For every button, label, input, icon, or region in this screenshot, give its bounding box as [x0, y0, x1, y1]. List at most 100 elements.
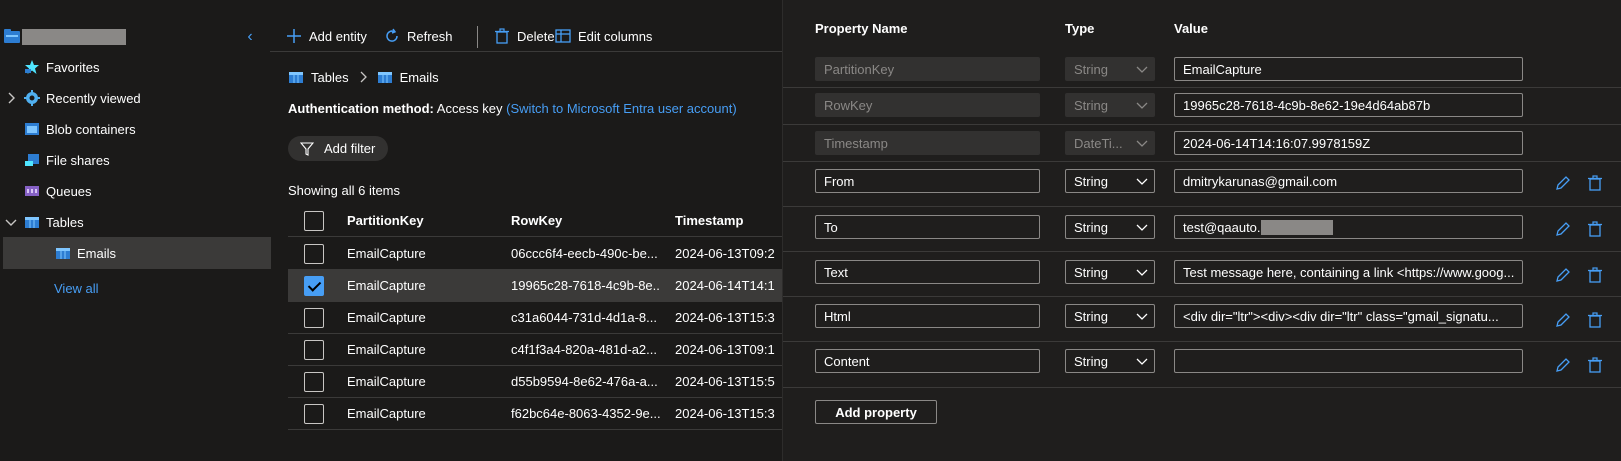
chevron-right-icon[interactable]	[5, 92, 17, 104]
cell-timestamp: 2024-06-13T15:5	[675, 374, 775, 389]
row-checkbox[interactable]	[304, 308, 324, 328]
sidebar-item-file-shares[interactable]: File shares	[0, 144, 268, 176]
auth-method-value: Access key	[436, 101, 503, 116]
breadcrumb: Tables Emails	[288, 68, 439, 86]
property-name-field[interactable]: Content	[815, 349, 1040, 373]
property-type-select: String	[1065, 93, 1155, 117]
cell-partitionkey: EmailCapture	[347, 310, 426, 325]
sidebar-item-emails[interactable]: Emails	[3, 237, 271, 269]
property-name-field[interactable]: Text	[815, 260, 1040, 284]
property-name-field[interactable]: From	[815, 169, 1040, 193]
switch-auth-link[interactable]: (Switch to Microsoft Entra user account)	[506, 101, 736, 116]
property-value-field[interactable]: test@qaauto.	[1174, 215, 1523, 239]
edit-icon[interactable]	[1554, 311, 1572, 329]
cell-partitionkey: EmailCapture	[347, 406, 426, 421]
chevron-down-icon	[1136, 140, 1148, 147]
edit-icon[interactable]	[1554, 266, 1572, 284]
property-row-text: Text String Test message here, containin…	[783, 252, 1621, 297]
property-value-field[interactable]: <div dir="ltr"><div><div dir="ltr" class…	[1174, 304, 1523, 328]
table-row[interactable]: EmailCapture d55b9594-8e62-476a-a... 202…	[288, 365, 782, 398]
property-value-field[interactable]: Test message here, containing a link <ht…	[1174, 260, 1523, 284]
property-row-rowkey: RowKey String 19965c28-7618-4c9b-8e62-19…	[783, 88, 1621, 125]
edit-icon[interactable]	[1554, 356, 1572, 374]
property-type-select[interactable]: String	[1065, 169, 1155, 193]
cell-timestamp: 2024-06-13T15:3	[675, 406, 775, 421]
sidebar-item-queues[interactable]: Queues	[0, 175, 268, 207]
edit-columns-button[interactable]: Edit columns	[555, 24, 652, 48]
table-row[interactable]: EmailCapture 19965c28-7618-4c9b-8e... 20…	[288, 269, 782, 302]
property-value-field[interactable]: dmitrykarunas@gmail.com	[1174, 169, 1523, 193]
collapse-sidebar-icon[interactable]: ‹	[243, 28, 257, 46]
chevron-down-icon[interactable]	[5, 216, 17, 228]
property-value-field[interactable]: 19965c28-7618-4c9b-8e62-19e4d64ab87b	[1174, 93, 1523, 117]
trash-icon[interactable]	[1586, 174, 1604, 192]
edit-icon[interactable]	[1554, 174, 1572, 192]
cell-timestamp: 2024-06-13T09:1	[675, 342, 775, 357]
add-filter-label: Add filter	[324, 141, 376, 156]
column-header-timestamp[interactable]: Timestamp	[675, 213, 782, 228]
trash-icon	[495, 28, 509, 44]
header-property-name: Property Name	[815, 21, 908, 36]
sidebar-item-blob-containers[interactable]: Blob containers	[0, 113, 268, 145]
row-checkbox[interactable]	[304, 244, 324, 264]
sidebar-item-label: Recently viewed	[46, 90, 141, 106]
refresh-button[interactable]: Refresh	[384, 24, 453, 48]
property-name-field[interactable]: To	[815, 215, 1040, 239]
cell-timestamp: 2024-06-13T15:3	[675, 310, 775, 325]
view-all-link[interactable]: View all	[54, 281, 99, 296]
property-value-text: test@qaauto.	[1183, 220, 1261, 235]
property-name-field: Timestamp	[815, 131, 1040, 155]
sidebar-item-label: Queues	[46, 183, 92, 199]
property-type-value: String	[1074, 98, 1108, 113]
property-type-select: DateTi...	[1065, 131, 1155, 155]
property-value-field[interactable]: EmailCapture	[1174, 57, 1523, 81]
trash-icon[interactable]	[1586, 356, 1604, 374]
property-type-select[interactable]: String	[1065, 349, 1155, 373]
edit-icon[interactable]	[1554, 220, 1572, 238]
trash-icon[interactable]	[1586, 266, 1604, 284]
row-checkbox[interactable]	[304, 372, 324, 392]
property-type-select[interactable]: String	[1065, 260, 1155, 284]
table-row[interactable]: EmailCapture c31a6044-731d-4d1a-8... 202…	[288, 301, 782, 334]
select-all-checkbox[interactable]	[304, 211, 324, 231]
chevron-down-icon	[1136, 313, 1148, 320]
cell-timestamp: 2024-06-13T09:2	[675, 246, 775, 261]
cell-partitionkey: EmailCapture	[347, 374, 426, 389]
property-type-select[interactable]: String	[1065, 215, 1155, 239]
sidebar-item-tables[interactable]: Tables	[0, 206, 268, 238]
table-row[interactable]: EmailCapture f62bc64e-8063-4352-9e... 20…	[288, 397, 782, 430]
property-type-select[interactable]: String	[1065, 304, 1155, 328]
add-filter-button[interactable]: Add filter	[288, 136, 388, 161]
property-name-field[interactable]: Html	[815, 304, 1040, 328]
edit-columns-icon	[555, 29, 571, 43]
chevron-down-icon	[1136, 66, 1148, 73]
column-header-partitionkey[interactable]: PartitionKey	[347, 213, 497, 228]
sidebar-item-favorites[interactable]: Favorites	[0, 51, 268, 83]
row-checkbox[interactable]	[304, 340, 324, 360]
property-row-partitionkey: PartitionKey String EmailCapture	[783, 51, 1621, 88]
sidebar-item-recently-viewed[interactable]: Recently viewed	[0, 82, 268, 114]
row-checkbox[interactable]	[304, 276, 324, 296]
toolbar-divider	[477, 26, 478, 48]
property-type-value: DateTi...	[1074, 136, 1123, 151]
row-checkbox[interactable]	[304, 404, 324, 424]
cell-partitionkey: EmailCapture	[347, 278, 426, 293]
chevron-right-icon	[360, 71, 367, 83]
storage-account-name-redacted[interactable]	[22, 29, 126, 45]
chevron-down-icon	[1136, 269, 1148, 276]
trash-icon[interactable]	[1586, 311, 1604, 329]
breadcrumb-tables[interactable]: Tables	[311, 70, 349, 85]
toolbar: Add entity Refresh Delete Edit columns	[270, 20, 782, 52]
chevron-down-icon	[1136, 178, 1148, 185]
add-property-button[interactable]: Add property	[815, 400, 937, 424]
column-header-rowkey[interactable]: RowKey	[511, 213, 661, 228]
plus-icon	[287, 29, 301, 43]
delete-button[interactable]: Delete	[494, 24, 555, 48]
add-entity-button[interactable]: Add entity	[286, 24, 367, 48]
table-row[interactable]: EmailCapture c4f1f3a4-820a-481d-a2... 20…	[288, 333, 782, 366]
property-value-field[interactable]	[1174, 349, 1523, 373]
table-row[interactable]: EmailCapture 06ccc6f4-eecb-490c-be... 20…	[288, 237, 782, 270]
property-type-value: String	[1074, 174, 1108, 189]
property-value-field[interactable]: 2024-06-14T14:16:07.9978159Z	[1174, 131, 1523, 155]
trash-icon[interactable]	[1586, 220, 1604, 238]
